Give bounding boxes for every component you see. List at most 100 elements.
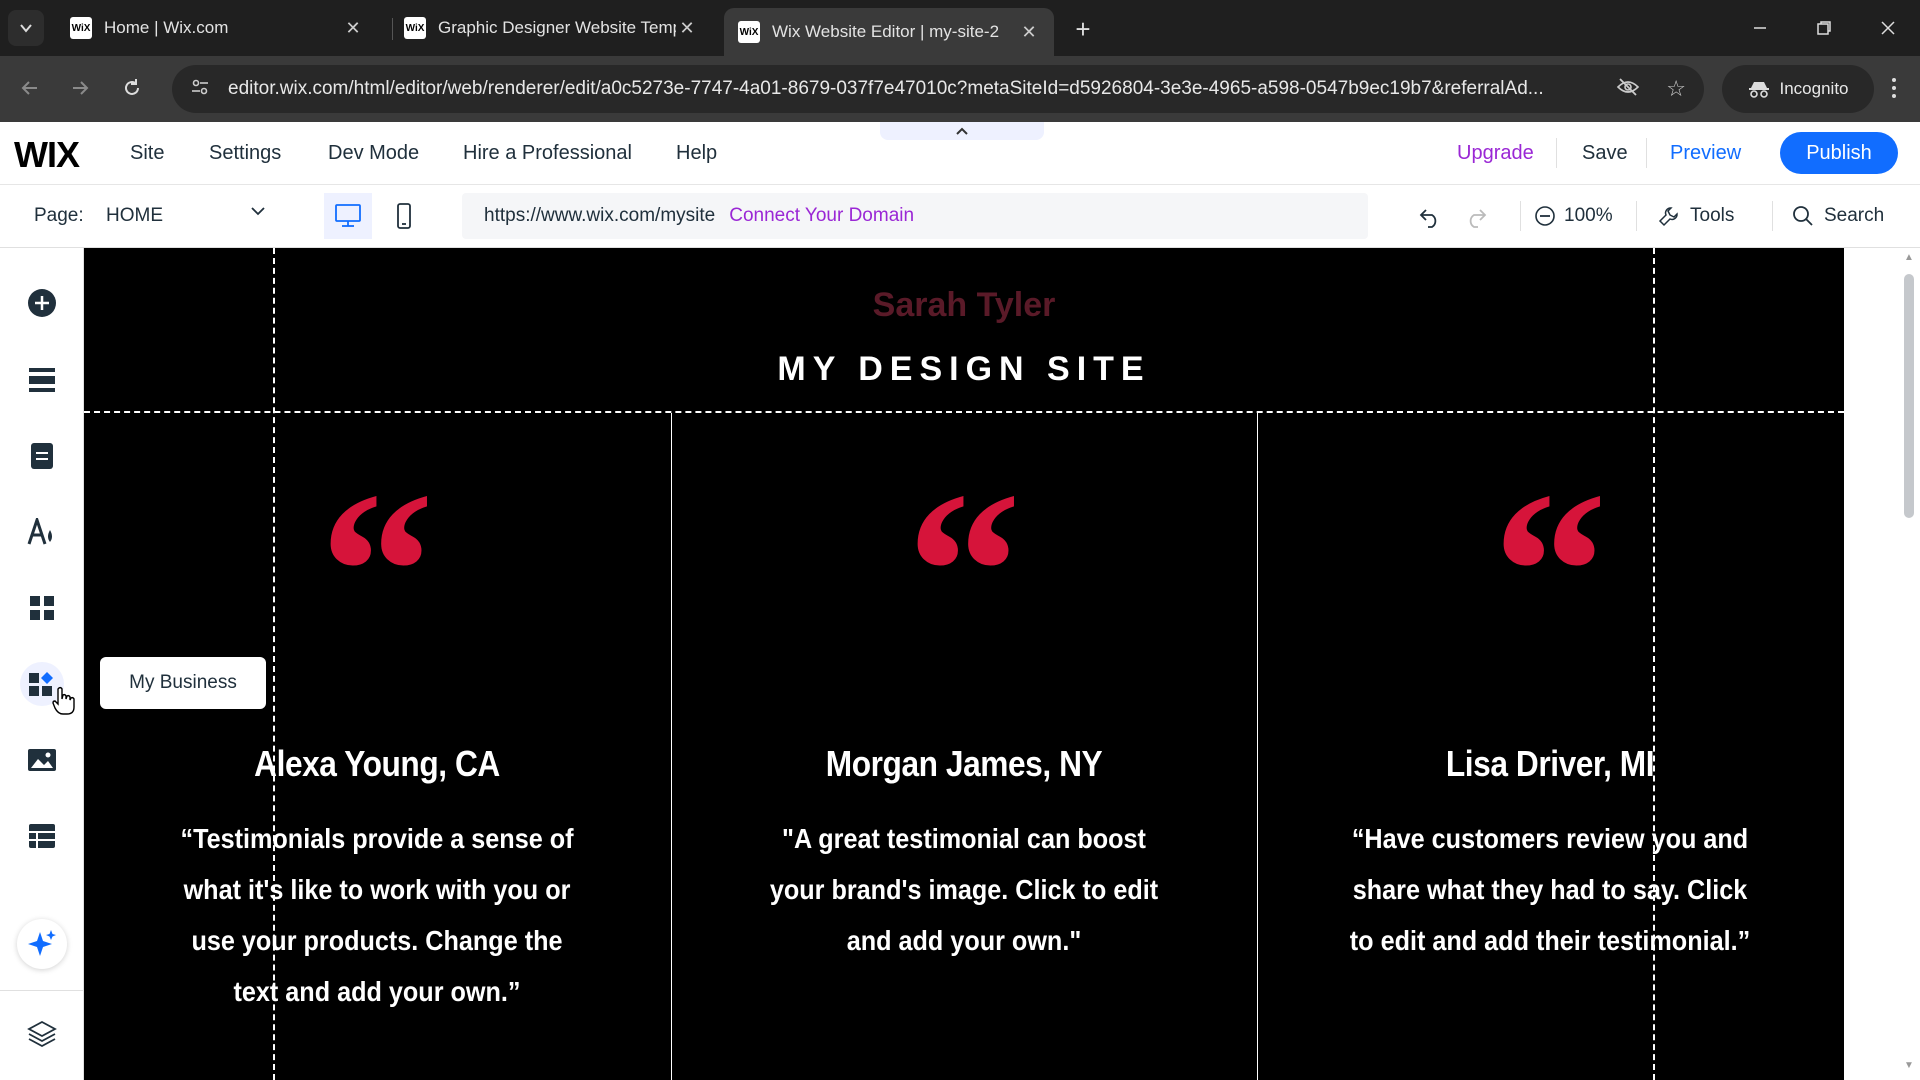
close-window-button[interactable] <box>1860 8 1916 48</box>
close-icon[interactable]: ✕ <box>342 17 364 39</box>
testimonial-name[interactable]: Lisa Driver, MI <box>1292 743 1808 785</box>
back-arrow-icon <box>21 81 37 95</box>
redo-icon <box>1469 209 1487 228</box>
reload-button[interactable] <box>114 70 150 106</box>
bookmark-star-icon[interactable]: ☆ <box>1666 76 1686 102</box>
chevron-down-icon[interactable] <box>250 203 266 224</box>
connect-domain-link[interactable]: Connect Your Domain <box>729 205 914 227</box>
add-icon <box>28 289 56 317</box>
quote-mark-icon: “ <box>1492 457 1608 617</box>
sections-icon <box>29 368 55 392</box>
pages-button[interactable] <box>20 434 64 478</box>
back-button[interactable] <box>12 70 48 106</box>
testimonial-card[interactable]: “ Morgan James, NY "A great testimonial … <box>671 413 1257 1080</box>
site-title[interactable]: MY DESIGN SITE <box>84 350 1844 389</box>
editor-page-bar: Page: HOME https://www.wix.com/mysite Co… <box>0 185 1920 248</box>
browser-toolbar: editor.wix.com/html/editor/web/renderer/… <box>0 56 1920 122</box>
collapse-toolbar-tab[interactable] <box>880 122 1044 140</box>
zoom-level: 100% <box>1564 205 1613 226</box>
search-button[interactable]: Search <box>1792 205 1884 227</box>
site-settings-icon[interactable] <box>190 77 210 102</box>
menu-dev-mode[interactable]: Dev Mode <box>328 142 419 165</box>
zoom-out-icon <box>1535 206 1555 226</box>
browser-tab-strip: WiX Home | Wix.com ✕ WiX Graphic Designe… <box>0 0 1920 56</box>
testimonial-card[interactable]: “ Alexa Young, CA “Testimonials provide … <box>84 413 670 1080</box>
forward-button[interactable] <box>62 70 98 106</box>
minimize-button[interactable] <box>1732 8 1788 48</box>
testimonial-name[interactable]: Morgan James, NY <box>706 743 1222 785</box>
cms-button[interactable] <box>20 814 64 858</box>
redo-button[interactable] <box>1458 199 1494 235</box>
incognito-icon <box>1748 82 1769 98</box>
tab-search-dropdown[interactable] <box>8 10 44 46</box>
media-button[interactable] <box>20 738 64 782</box>
browser-menu-button[interactable] <box>1876 70 1912 106</box>
site-url: https://www.wix.com/mysite <box>484 205 716 226</box>
browser-tab-home[interactable]: WiX Home | Wix.com ✕ <box>56 8 378 48</box>
testimonial-text[interactable]: “Have customers review you and share wha… <box>1340 813 1759 966</box>
page-selector[interactable]: HOME <box>106 205 163 227</box>
upgrade-button[interactable]: Upgrade <box>1457 142 1534 165</box>
scrollbar-thumb[interactable] <box>1904 274 1914 518</box>
zoom-control[interactable]: 100% <box>1534 205 1613 227</box>
sidebar-divider <box>0 990 84 991</box>
publish-button[interactable]: Publish <box>1780 132 1898 174</box>
add-apps-button[interactable] <box>20 586 64 630</box>
divider <box>1646 138 1647 168</box>
testimonial-card[interactable]: “ Lisa Driver, MI “Have customers review… <box>1257 413 1843 1080</box>
site-url-bar: https://www.wix.com/mysite Connect Your … <box>462 193 1368 239</box>
wix-favicon-icon: WiX <box>70 17 92 39</box>
layers-button[interactable] <box>20 1012 64 1056</box>
testimonial-text[interactable]: “Testimonials provide a sense of what it… <box>167 813 586 1017</box>
divider <box>1520 201 1521 231</box>
site-owner-name[interactable]: Sarah Tyler <box>84 286 1844 325</box>
save-button[interactable]: Save <box>1582 142 1628 165</box>
ai-assistant-button[interactable] <box>17 919 67 969</box>
mobile-view-button[interactable] <box>380 193 428 239</box>
sections-button[interactable] <box>20 358 64 402</box>
menu-settings[interactable]: Settings <box>209 142 281 165</box>
desktop-view-button[interactable] <box>324 193 372 239</box>
new-tab-button[interactable]: + <box>1066 12 1100 46</box>
wix-favicon-icon: WiX <box>404 17 426 39</box>
layers-icon <box>27 1020 57 1048</box>
chevron-up-icon <box>956 127 968 135</box>
preview-button[interactable]: Preview <box>1670 142 1741 165</box>
site-header-section[interactable]: Sarah Tyler MY DESIGN SITE <box>84 248 1844 413</box>
search-label: Search <box>1824 205 1885 226</box>
scroll-up-arrow-icon[interactable]: ▲ <box>1903 252 1915 263</box>
editor-canvas[interactable]: Sarah Tyler MY DESIGN SITE “ Alexa Young… <box>84 248 1844 1080</box>
hand-cursor-icon <box>52 686 76 721</box>
divider <box>1556 138 1557 168</box>
restore-button[interactable] <box>1796 8 1852 48</box>
chevron-down-icon <box>20 24 32 33</box>
undo-button[interactable] <box>1412 199 1448 235</box>
scroll-down-arrow-icon[interactable]: ▼ <box>1903 1060 1915 1071</box>
testimonial-name[interactable]: Alexa Young, CA <box>119 743 635 785</box>
ai-sparkle-icon <box>28 930 56 956</box>
site-design-button[interactable] <box>20 510 64 554</box>
gridline-guide-right <box>1653 248 1655 1080</box>
close-icon[interactable]: ✕ <box>676 17 698 39</box>
pages-icon <box>31 443 53 469</box>
close-icon[interactable]: ✕ <box>1018 21 1040 43</box>
testimonial-text[interactable]: "A great testimonial can boost your bran… <box>754 813 1173 966</box>
divider <box>1772 201 1773 231</box>
incognito-badge[interactable]: Incognito <box>1722 65 1874 113</box>
add-elements-button[interactable] <box>20 281 64 325</box>
gridline-guide-left <box>273 248 275 1080</box>
menu-site[interactable]: Site <box>130 142 164 165</box>
design-icon <box>27 518 52 545</box>
menu-hire-professional[interactable]: Hire a Professional <box>463 142 632 165</box>
menu-help[interactable]: Help <box>676 142 717 165</box>
forward-arrow-icon <box>73 81 89 95</box>
wix-logo[interactable]: WIX <box>14 134 80 176</box>
tools-icon <box>1658 207 1678 227</box>
eye-off-icon[interactable] <box>1616 77 1640 102</box>
tools-button[interactable]: Tools <box>1658 205 1734 227</box>
wix-favicon-icon: WiX <box>738 21 760 43</box>
address-bar[interactable]: editor.wix.com/html/editor/web/renderer/… <box>172 65 1704 113</box>
browser-tab-template[interactable]: WiX Graphic Designer Website Temp ✕ <box>390 8 712 48</box>
browser-tab-editor[interactable]: WiX Wix Website Editor | my-site-2 ✕ <box>724 8 1054 56</box>
search-icon <box>1793 206 1813 226</box>
